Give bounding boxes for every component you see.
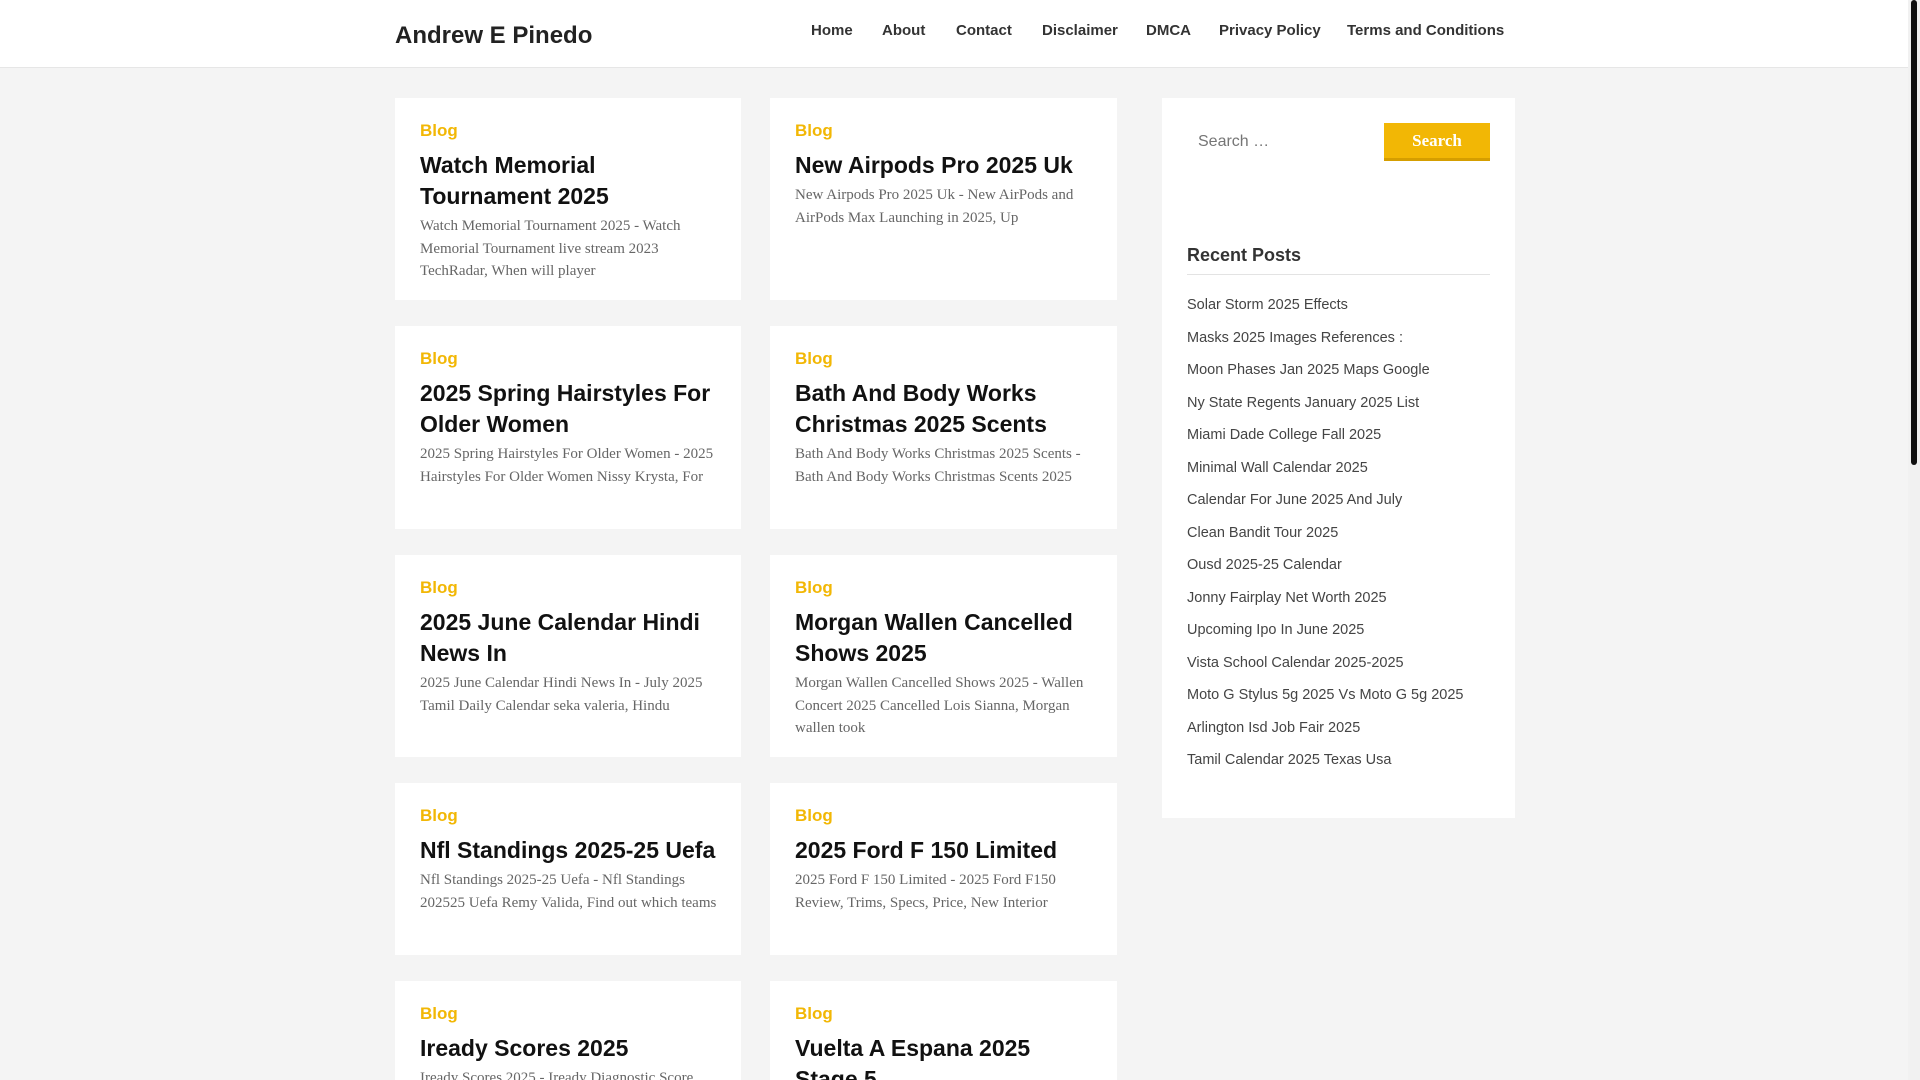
recent-posts-list: Solar Storm 2025 Effects Masks 2025 Imag… [1187, 289, 1463, 777]
nav-item-contact[interactable]: Contact [956, 22, 1012, 39]
post-category[interactable]: Blog [420, 121, 719, 140]
sidebar: Search Recent Posts Solar Storm 2025 Eff… [1162, 98, 1515, 818]
post-excerpt: Iready Scores 2025 - Iready Diagnostic S… [420, 1070, 694, 1080]
post-title[interactable]: 2025 Spring Hairstyles For Older Women [420, 378, 719, 440]
recent-post-link[interactable]: Miami Dade College Fall 2025 [1187, 419, 1463, 452]
nav-item-disclaimer[interactable]: Disclaimer [1042, 22, 1118, 39]
post-card: Blog Watch Memorial Tournament 2025 Watc… [395, 98, 741, 300]
recent-post-link[interactable]: Moon Phases Jan 2025 Maps Google [1187, 354, 1463, 387]
post-card: Blog Iready Scores 2025 Iready Scores 20… [395, 981, 741, 1080]
search-input[interactable] [1198, 122, 1348, 162]
post-category[interactable]: Blog [795, 578, 1095, 597]
post-category[interactable]: Blog [795, 806, 1095, 825]
post-title[interactable]: 2025 Ford F 150 Limited [795, 835, 1095, 866]
site-header: Andrew E Pinedo Home About Contact Discl… [0, 0, 1908, 68]
post-card: Blog Vuelta A Espana 2025 Stage 5 [770, 981, 1117, 1080]
recent-post-link[interactable]: Jonny Fairplay Net Worth 2025 [1187, 582, 1463, 615]
recent-post-link[interactable]: Minimal Wall Calendar 2025 [1187, 452, 1463, 485]
post-title[interactable]: 2025 June Calendar Hindi News In [420, 607, 719, 669]
post-title[interactable]: Nfl Standings 2025-25 Uefa [420, 835, 719, 866]
post-excerpt: Watch Memorial Tournament 2025 - Watch M… [420, 218, 681, 279]
post-title[interactable]: New Airpods Pro 2025 Uk [795, 150, 1095, 181]
post-card: Blog New Airpods Pro 2025 Uk New Airpods… [770, 98, 1117, 300]
post-title[interactable]: Watch Memorial Tournament 2025 [420, 150, 719, 212]
post-excerpt: New Airpods Pro 2025 Uk - New AirPods an… [795, 187, 1074, 226]
nav-item-privacy-policy[interactable]: Privacy Policy [1219, 22, 1321, 39]
post-card: Blog Bath And Body Works Christmas 2025 … [770, 326, 1117, 529]
post-excerpt: Morgan Wallen Cancelled Shows 2025 - Wal… [795, 675, 1084, 736]
post-category[interactable]: Blog [420, 349, 719, 368]
post-excerpt: 2025 Spring Hairstyles For Older Women -… [420, 446, 714, 485]
recent-post-link[interactable]: Clean Bandit Tour 2025 [1187, 517, 1463, 550]
post-excerpt: Bath And Body Works Christmas 2025 Scent… [795, 446, 1081, 485]
recent-post-link[interactable]: Upcoming Ipo In June 2025 [1187, 614, 1463, 647]
post-card: Blog Nfl Standings 2025-25 Uefa Nfl Stan… [395, 783, 741, 955]
recent-post-link[interactable]: Calendar For June 2025 And July [1187, 484, 1463, 517]
post-card: Blog 2025 Spring Hairstyles For Older Wo… [395, 326, 741, 529]
main-nav: Home About Contact Disclaimer DMCA Priva… [0, 22, 1920, 42]
recent-post-link[interactable]: Ny State Regents January 2025 List [1187, 387, 1463, 420]
post-excerpt: 2025 June Calendar Hindi News In - July … [420, 675, 703, 714]
post-title[interactable]: Iready Scores 2025 [420, 1033, 719, 1064]
nav-item-dmca[interactable]: DMCA [1146, 22, 1191, 39]
post-excerpt: 2025 Ford F 150 Limited - 2025 Ford F150… [795, 872, 1056, 911]
recent-post-link[interactable]: Moto G Stylus 5g 2025 Vs Moto G 5g 2025 [1187, 679, 1463, 712]
recent-post-link[interactable]: Masks 2025 Images References : [1187, 322, 1463, 355]
recent-post-link[interactable]: Vista School Calendar 2025-2025 [1187, 647, 1463, 680]
search-button[interactable]: Search [1384, 123, 1490, 161]
post-card: Blog Morgan Wallen Cancelled Shows 2025 … [770, 555, 1117, 757]
post-category[interactable]: Blog [795, 121, 1095, 140]
nav-item-terms[interactable]: Terms and Conditions [1347, 22, 1504, 39]
post-card: Blog 2025 Ford F 150 Limited 2025 Ford F… [770, 783, 1117, 955]
post-category[interactable]: Blog [795, 1004, 1095, 1023]
recent-post-link[interactable]: Solar Storm 2025 Effects [1187, 289, 1463, 322]
recent-post-link[interactable]: Ousd 2025-25 Calendar [1187, 549, 1463, 582]
nav-item-about[interactable]: About [882, 22, 925, 39]
post-category[interactable]: Blog [420, 806, 719, 825]
post-category[interactable]: Blog [795, 349, 1095, 368]
post-title[interactable]: Vuelta A Espana 2025 Stage 5 [795, 1033, 1095, 1080]
recent-post-link[interactable]: Arlington Isd Job Fair 2025 [1187, 712, 1463, 745]
post-title[interactable]: Bath And Body Works Christmas 2025 Scent… [795, 378, 1095, 440]
post-category[interactable]: Blog [420, 1004, 719, 1023]
recent-post-link[interactable]: Tamil Calendar 2025 Texas Usa [1187, 744, 1463, 777]
post-card: Blog 2025 June Calendar Hindi News In 20… [395, 555, 741, 757]
scrollbar-thumb[interactable] [1911, 0, 1917, 465]
page-scrollbar[interactable] [1908, 0, 1920, 1080]
nav-item-home[interactable]: Home [811, 22, 853, 39]
post-category[interactable]: Blog [420, 578, 719, 597]
divider [1187, 274, 1490, 275]
recent-posts-heading: Recent Posts [1187, 245, 1302, 265]
post-excerpt: Nfl Standings 2025-25 Uefa - Nfl Standin… [420, 872, 717, 911]
post-title[interactable]: Morgan Wallen Cancelled Shows 2025 [795, 607, 1095, 669]
